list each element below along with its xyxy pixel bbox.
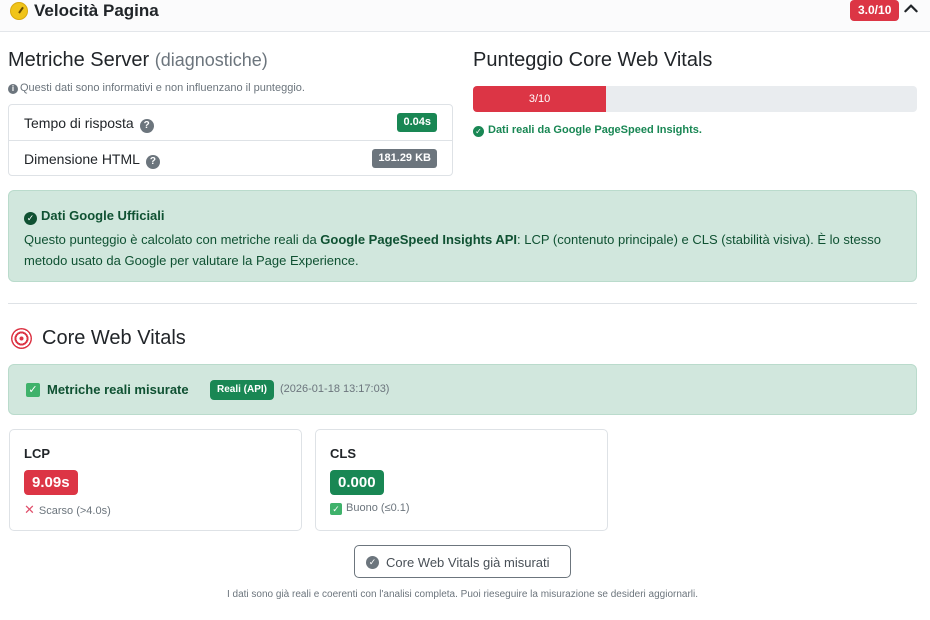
- button-label: Core Web Vitals già misurati: [386, 555, 550, 570]
- help-icon[interactable]: ?: [139, 119, 154, 133]
- section-title: Velocità Pagina: [34, 1, 159, 20]
- footnote: I dati sono già reali e coerenti con l'a…: [226, 589, 699, 600]
- cwv-already-measured-button[interactable]: ✓ Core Web Vitals già misurati: [354, 545, 571, 578]
- server-metrics-title-text: Metriche Server: [8, 49, 150, 71]
- metric-card-title: CLS: [330, 446, 356, 461]
- cwv-score-progress-fill: 3/10: [473, 86, 607, 112]
- measured-metrics-alert: ✓ Metriche reali misurate Reali (API) (2…: [8, 364, 917, 415]
- metric-card-status: ✓ Buono (≤0.1): [330, 502, 410, 515]
- section-header[interactable]: Velocità Pagina 3.0/10: [0, 0, 930, 32]
- real-data-note: ✓ Dati reali da Google PageSpeed Insights…: [473, 124, 702, 137]
- cwv-score-title: Punteggio Core Web Vitals: [473, 49, 713, 71]
- lcp-metric-card: LCP 9.09s ✕ Scarso (>4.0s): [9, 429, 302, 531]
- help-icon[interactable]: ?: [145, 155, 160, 169]
- check-circle-icon: ✓: [473, 126, 484, 137]
- checkbox-check-icon: ✓: [330, 503, 342, 515]
- metric-card-title: LCP: [24, 446, 50, 461]
- google-alert-title: ✓ Dati Google Ufficiali: [24, 208, 165, 225]
- score-badge: 3.0/10: [850, 0, 900, 21]
- metric-value-badge: 181.29 KB: [372, 149, 437, 168]
- metric-card-status-text: Buono (≤0.1): [346, 502, 410, 514]
- metric-label-text: Dimensione HTML: [24, 151, 140, 167]
- google-alert-text-bold: Google PageSpeed Insights API: [320, 232, 518, 247]
- metric-label-text: Tempo di risposta: [24, 115, 134, 131]
- server-metrics-note: i Questi dati sono informativi e non infl…: [8, 82, 305, 94]
- api-source-badge: Reali (API): [210, 380, 275, 400]
- metric-label: Tempo di risposta?: [24, 115, 154, 133]
- measured-metrics-label: Metriche reali misurate: [47, 382, 189, 397]
- check-circle-icon: ✓: [366, 556, 379, 569]
- chevron-up-icon[interactable]: [902, 0, 920, 18]
- real-data-note-text: Dati reali da Google PageSpeed Insights.: [488, 124, 702, 136]
- cross-icon: ✕: [24, 502, 35, 517]
- speed-gauge-icon: [10, 2, 28, 20]
- google-official-data-alert: ✓ Dati Google Ufficiali Questo punteggio …: [8, 190, 917, 282]
- server-metrics-note-text: Questi dati sono informativi e non influ…: [20, 82, 305, 94]
- check-circle-icon: ✓: [24, 212, 37, 225]
- google-alert-text-start: Questo punteggio è calcolato con metrich…: [24, 232, 321, 247]
- server-metrics-title-suffix: (diagnostiche): [154, 50, 268, 70]
- info-icon: i: [8, 84, 18, 94]
- metric-card-status-text: Scarso (>4.0s): [38, 505, 111, 517]
- measurement-timestamp: (2026-01-18 13:17:03): [280, 383, 390, 395]
- section-divider: [8, 303, 917, 304]
- core-web-vitals-heading-text: Core Web Vitals: [42, 327, 186, 349]
- cwv-score-progress-bar: 3/10: [473, 86, 917, 112]
- metric-label: Dimensione HTML?: [24, 151, 160, 169]
- google-alert-title-text: Dati Google Ufficiali: [41, 208, 165, 223]
- metric-card-value: 0.000: [330, 470, 384, 495]
- checkbox-check-icon: ✓: [26, 383, 40, 397]
- server-metrics-table: Tempo di risposta? 0.04s Dimensione HTML…: [8, 104, 453, 176]
- cls-metric-card: CLS 0.000 ✓ Buono (≤0.1): [315, 429, 608, 531]
- server-metrics-title: Metriche Server (diagnostiche): [8, 49, 268, 72]
- metric-row-response-time: Tempo di risposta? 0.04s: [9, 105, 452, 141]
- metric-row-html-size: Dimensione HTML? 181.29 KB: [9, 141, 452, 177]
- metric-card-status: ✕ Scarso (>4.0s): [24, 502, 111, 518]
- metric-card-value: 9.09s: [24, 470, 78, 495]
- metric-value-badge: 0.04s: [397, 113, 437, 132]
- google-alert-text: Questo punteggio è calcolato con metrich…: [24, 229, 904, 271]
- target-icon: [11, 328, 32, 349]
